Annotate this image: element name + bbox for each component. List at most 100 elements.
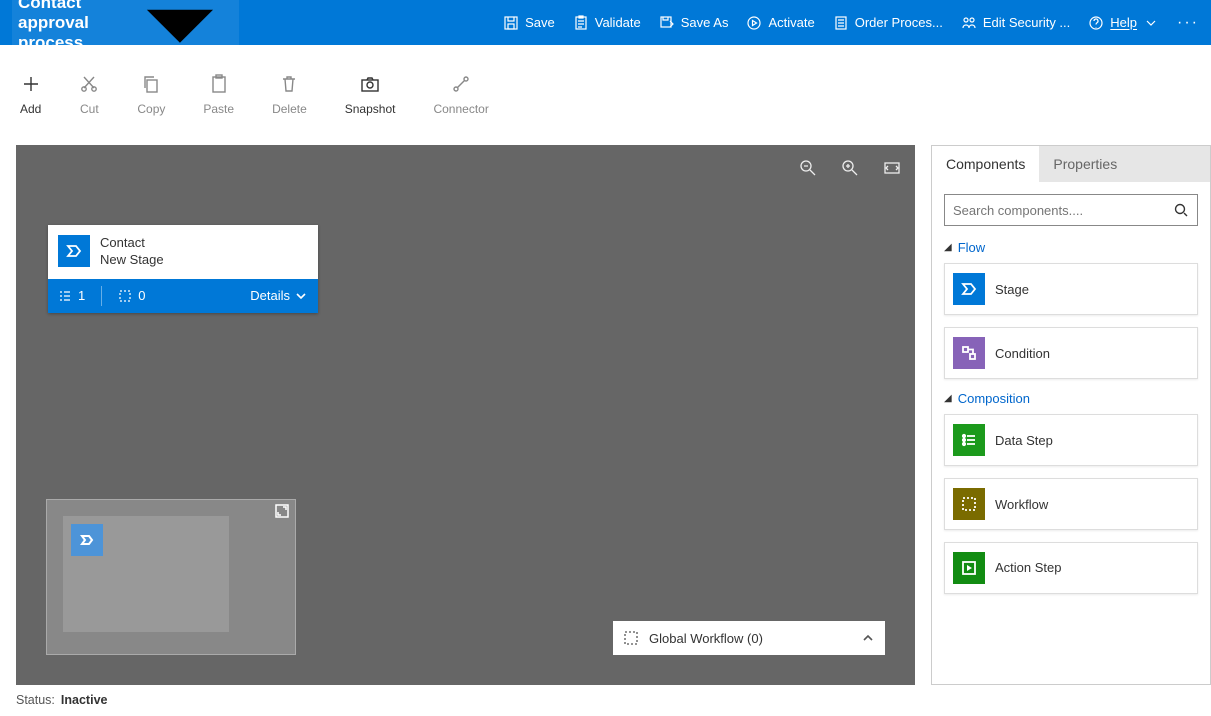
component-label: Data Step [995,433,1053,448]
component-data-step[interactable]: Data Step [944,414,1198,466]
validate-label: Validate [595,15,641,30]
order-process-button[interactable]: Order Proces... [833,15,943,31]
collapse-icon: ◢ [944,393,952,404]
cut-label: Cut [80,102,99,116]
copy-icon [141,74,161,94]
component-label: Action Step [995,560,1062,576]
copy-label: Copy [137,102,165,116]
save-icon [503,15,519,31]
validate-icon [573,15,589,31]
connector-button[interactable]: Connector [433,74,488,116]
help-icon [1088,15,1104,31]
zoom-in-icon[interactable] [841,159,859,177]
global-workflow-label: Global Workflow (0) [649,631,763,646]
plus-icon [21,74,41,94]
details-label: Details [250,288,290,303]
delete-button[interactable]: Delete [272,74,307,116]
chevron-down-icon [127,0,233,75]
save-label: Save [525,15,555,30]
search-input[interactable] [953,203,1173,218]
component-workflow[interactable]: Workflow [944,478,1198,530]
status-bar: Status: Inactive [0,685,1211,715]
add-button[interactable]: Add [20,74,41,116]
help-label: Help [1110,15,1137,30]
search-components[interactable] [944,194,1198,226]
canvas[interactable]: Contact New Stage 1 0 Det [16,145,915,685]
section-flow[interactable]: ◢Flow [944,240,1198,255]
stage-icon [953,273,985,305]
stage-icon [58,235,90,267]
security-icon [961,15,977,31]
component-stage[interactable]: Stage [944,263,1198,315]
process-title-dropdown[interactable]: Contact approval process [12,0,239,79]
workflow-dashed-icon [623,630,639,646]
stage-workflow-count: 0 [118,288,145,303]
tab-properties[interactable]: Properties [1039,146,1131,182]
save-as-icon [659,15,675,31]
header-actions: Save Validate Save As Activate Order Pro… [503,14,1199,32]
component-label: Stage [995,282,1029,297]
stage-name: New Stage [100,252,164,269]
details-button[interactable]: Details [250,288,308,303]
action-step-icon [953,552,985,584]
cut-button[interactable]: Cut [79,74,99,116]
status-label: Status: [16,693,55,707]
global-workflow-bar[interactable]: Global Workflow (0) [613,621,885,655]
list-icon [58,289,72,303]
search-icon [1173,202,1189,218]
delete-icon [279,74,299,94]
paste-label: Paste [203,102,234,116]
paste-icon [209,74,229,94]
zoom-out-icon[interactable] [799,159,817,177]
component-action-step[interactable]: Action Step [944,542,1198,594]
section-composition[interactable]: ◢Composition [944,391,1198,406]
activate-button[interactable]: Activate [746,15,814,31]
add-label: Add [20,102,41,116]
workflow-dashed-icon [118,289,132,303]
validate-button[interactable]: Validate [573,15,641,31]
minimap[interactable] [46,499,296,655]
stage-steps-count: 1 [58,288,85,303]
process-title: Contact approval process [18,0,121,53]
component-label: Workflow [995,497,1048,512]
connector-label: Connector [433,102,488,116]
workflow-icon [953,488,985,520]
component-condition[interactable]: Condition [944,327,1198,379]
status-value: Inactive [61,693,108,707]
snapshot-button[interactable]: Snapshot [345,74,396,116]
order-icon [833,15,849,31]
minimap-stage-node [71,524,103,556]
camera-icon [360,74,380,94]
cut-icon [79,74,99,94]
help-button[interactable]: Help [1088,15,1159,31]
component-label: Condition [995,346,1050,361]
snapshot-label: Snapshot [345,102,396,116]
activate-label: Activate [768,15,814,30]
tab-components[interactable]: Components [932,146,1039,182]
data-step-icon [953,424,985,456]
paste-button[interactable]: Paste [203,74,234,116]
more-button[interactable]: ··· [1177,14,1199,32]
security-label: Edit Security ... [983,15,1070,30]
chevron-down-icon [1143,15,1159,31]
condition-icon [953,337,985,369]
side-panel: Components Properties ◢Flow Stage Condit… [931,145,1211,685]
fit-screen-icon[interactable] [883,159,901,177]
stage-entity: Contact [100,235,164,252]
delete-label: Delete [272,102,307,116]
save-as-button[interactable]: Save As [659,15,729,31]
save-button[interactable]: Save [503,15,555,31]
activate-icon [746,15,762,31]
chevron-up-icon [861,631,875,645]
save-as-label: Save As [681,15,729,30]
minimap-expand-icon[interactable] [275,504,289,521]
connector-icon [451,74,471,94]
chevron-down-icon [294,289,308,303]
edit-security-button[interactable]: Edit Security ... [961,15,1070,31]
app-header: Contact approval process Save Validate S… [0,0,1211,45]
order-label: Order Proces... [855,15,943,30]
minimap-viewport [63,516,229,632]
stage-card[interactable]: Contact New Stage 1 0 Det [48,225,318,313]
copy-button[interactable]: Copy [137,74,165,116]
collapse-icon: ◢ [944,242,952,253]
